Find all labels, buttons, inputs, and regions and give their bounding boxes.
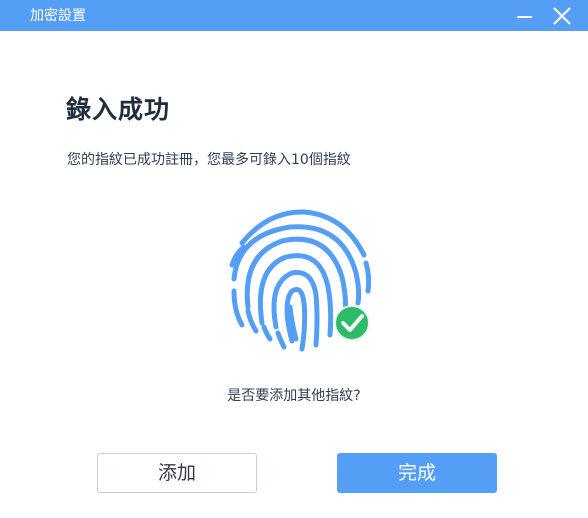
add-more-question: 是否要添加其他指紋? [227, 388, 361, 404]
window-title: 加密設置 [30, 8, 86, 24]
page-title: 錄入成功 [66, 95, 171, 124]
description-text: 您的指紋已成功註冊，您最多可錄入10個指紋 [67, 152, 351, 168]
fingerprint-icon [229, 209, 372, 352]
title-bar: 加密設置 [0, 0, 588, 31]
minimize-button[interactable] [507, 0, 541, 31]
done-button[interactable]: 完成 [337, 453, 497, 493]
fingerprint-graphic [220, 207, 380, 357]
add-button[interactable]: 添加 [97, 453, 257, 493]
minimize-icon [516, 15, 532, 18]
close-button[interactable] [545, 0, 579, 31]
close-icon [553, 6, 571, 25]
